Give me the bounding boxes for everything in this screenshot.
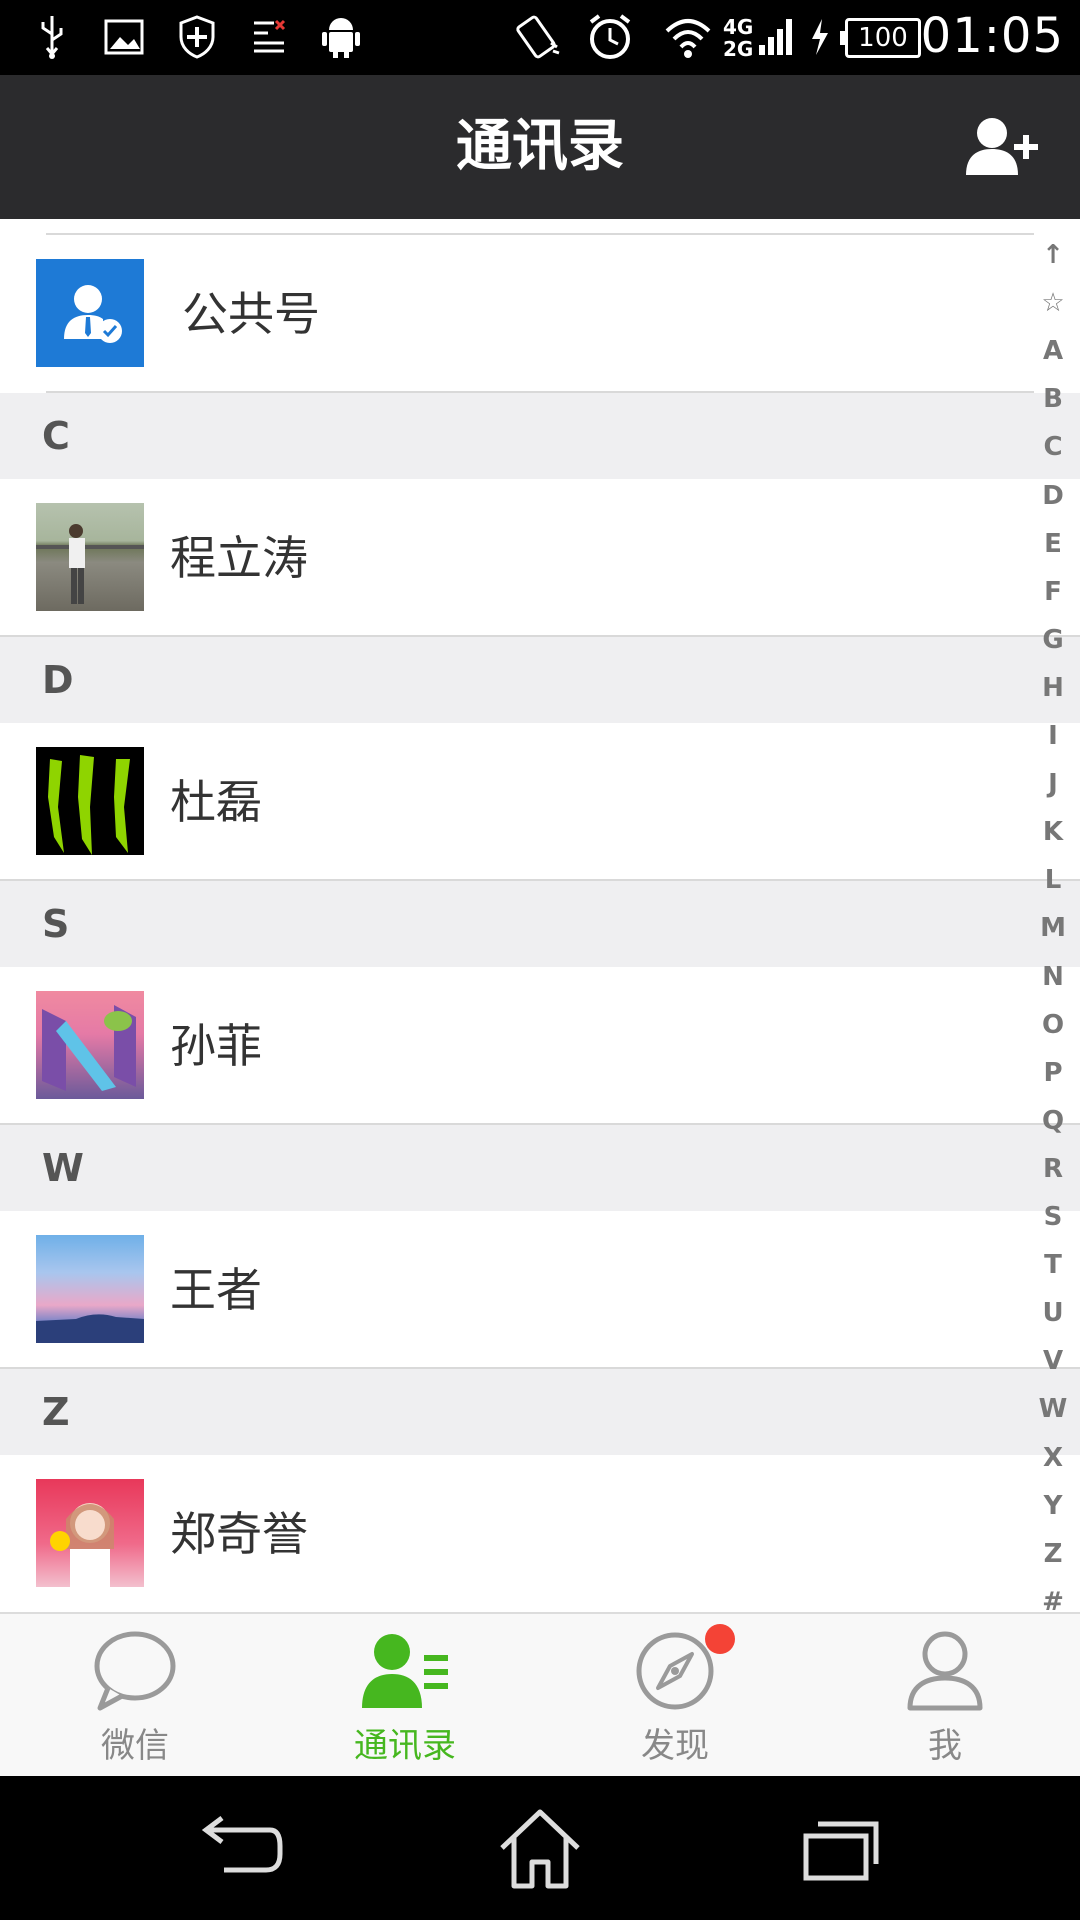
battery-indicator: 100 xyxy=(840,18,921,58)
index-letter[interactable]: ↑ xyxy=(1026,240,1080,270)
tab-me[interactable]: 我 xyxy=(810,1614,1080,1776)
status-bar: 4G 2G 100 01:05 xyxy=(0,0,1080,75)
bottom-navigation: 微信 通讯录 发现 我 xyxy=(0,1612,1080,1776)
tab-wechat[interactable]: 微信 xyxy=(0,1614,270,1776)
contact-name: 孙菲 xyxy=(170,1019,262,1073)
section-header-d: D xyxy=(0,637,1080,723)
avatar xyxy=(36,1235,144,1343)
tab-label: 发现 xyxy=(641,1726,709,1766)
vibrate-icon xyxy=(510,12,564,62)
index-letter[interactable]: R xyxy=(1026,1154,1080,1184)
android-icon xyxy=(318,12,364,62)
back-icon xyxy=(201,1816,283,1873)
add-contact-button[interactable] xyxy=(964,115,1044,179)
index-letter[interactable]: D xyxy=(1026,481,1080,511)
tab-discover[interactable]: 发现 xyxy=(540,1614,810,1776)
signal-icon xyxy=(756,12,796,62)
home-button[interactable] xyxy=(490,1806,590,1890)
index-letter[interactable]: S xyxy=(1026,1202,1080,1232)
alphabet-index-bar[interactable]: ↑ ☆ A B C D E F G H I J K L M N O P Q R S T U V W X Y Z # xyxy=(1026,240,1080,1617)
contact-row[interactable]: 郑奇誉 xyxy=(0,1455,1080,1612)
contact-row[interactable]: 杜磊 xyxy=(0,723,1080,881)
recent-apps-button[interactable] xyxy=(790,1806,890,1890)
notification-badge xyxy=(705,1624,735,1654)
index-letter[interactable]: W xyxy=(1026,1394,1080,1424)
public-account-label: 公共号 xyxy=(182,287,320,341)
index-letter[interactable]: Q xyxy=(1026,1106,1080,1136)
index-letter[interactable]: H xyxy=(1026,673,1080,703)
index-letter[interactable]: Y xyxy=(1026,1491,1080,1521)
usb-icon xyxy=(32,12,72,62)
index-letter[interactable]: P xyxy=(1026,1058,1080,1088)
contact-name: 杜磊 xyxy=(170,775,262,829)
contact-row[interactable]: 王者 xyxy=(0,1211,1080,1369)
avatar xyxy=(36,747,144,855)
avatar xyxy=(36,991,144,1099)
image-icon xyxy=(102,12,146,62)
avatar xyxy=(36,503,144,611)
tab-contacts[interactable]: 通讯录 xyxy=(270,1614,540,1776)
index-letter[interactable]: F xyxy=(1026,577,1080,607)
task-list-icon xyxy=(248,12,292,62)
page-title: 通讯录 xyxy=(456,114,624,179)
index-letter[interactable]: X xyxy=(1026,1443,1080,1473)
index-letter[interactable]: Z xyxy=(1026,1539,1080,1569)
recent-apps-icon xyxy=(803,1821,879,1881)
tab-label: 通讯录 xyxy=(354,1726,456,1766)
system-navigation-bar xyxy=(0,1776,1080,1920)
clock: 01:05 xyxy=(920,8,1064,64)
contact-list[interactable]: 公共号 C 程立涛 D 杜磊 S 孙菲 W 王者 Z 郑奇誉 xyxy=(0,219,1080,1612)
index-letter[interactable]: V xyxy=(1026,1346,1080,1376)
index-letter[interactable]: N xyxy=(1026,962,1080,992)
index-letter[interactable]: K xyxy=(1026,817,1080,847)
index-letter[interactable]: C xyxy=(1026,432,1080,462)
index-letter[interactable]: M xyxy=(1026,913,1080,943)
person-icon xyxy=(907,1631,983,1711)
index-letter[interactable]: O xyxy=(1026,1010,1080,1040)
index-letter[interactable]: A xyxy=(1026,336,1080,366)
public-account-row[interactable]: 公共号 xyxy=(0,235,1080,393)
contact-name: 郑奇誉 xyxy=(170,1507,308,1561)
contact-name: 程立涛 xyxy=(170,531,308,585)
index-letter[interactable]: T xyxy=(1026,1250,1080,1280)
section-header-w: W xyxy=(0,1125,1080,1211)
avatar xyxy=(36,1479,144,1587)
back-button[interactable] xyxy=(190,1806,290,1890)
shield-icon xyxy=(174,12,220,62)
index-letter[interactable]: J xyxy=(1026,769,1080,799)
section-header-z: Z xyxy=(0,1369,1080,1455)
index-letter[interactable]: G xyxy=(1026,625,1080,655)
index-letter[interactable]: U xyxy=(1026,1298,1080,1328)
index-letter[interactable]: ☆ xyxy=(1026,288,1080,318)
section-header-c: C xyxy=(0,393,1080,479)
contact-row[interactable]: 程立涛 xyxy=(0,479,1080,637)
index-letter[interactable]: I xyxy=(1026,721,1080,751)
wifi-icon xyxy=(662,12,714,62)
add-person-icon xyxy=(966,118,1038,175)
contacts-icon xyxy=(362,1634,448,1708)
public-account-icon xyxy=(36,259,144,367)
tab-label: 我 xyxy=(928,1726,962,1766)
index-letter[interactable]: L xyxy=(1026,865,1080,895)
contact-name: 王者 xyxy=(170,1263,262,1317)
section-header-s: S xyxy=(0,881,1080,967)
charging-icon xyxy=(805,12,835,62)
contact-row[interactable]: 孙菲 xyxy=(0,967,1080,1125)
alarm-icon xyxy=(584,12,636,62)
index-letter[interactable]: E xyxy=(1026,529,1080,559)
app-header: 通讯录 xyxy=(0,75,1080,219)
tab-label: 微信 xyxy=(101,1726,169,1766)
chat-bubble-icon xyxy=(94,1631,176,1711)
home-icon xyxy=(500,1809,580,1889)
index-letter[interactable]: B xyxy=(1026,384,1080,414)
network-type: 4G 2G xyxy=(723,15,754,61)
